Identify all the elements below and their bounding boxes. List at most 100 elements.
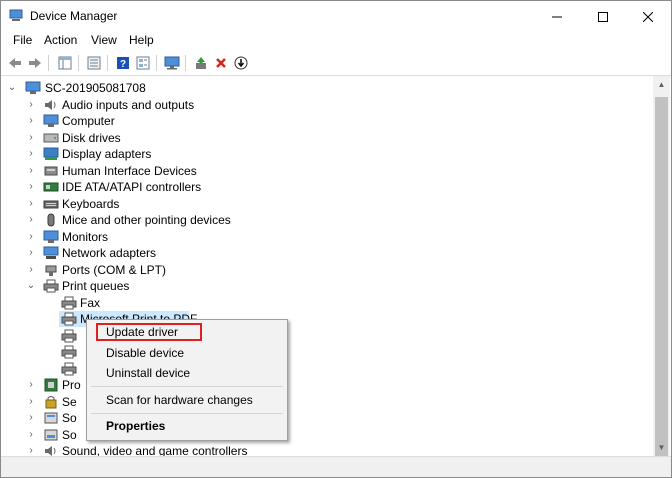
toolbar-separator — [78, 55, 79, 71]
tree-item[interactable]: › Sound, video and game controllers — [1, 443, 653, 456]
chevron-right-icon[interactable]: › — [26, 379, 36, 391]
chevron-down-icon[interactable]: ⌄ — [7, 82, 17, 94]
sound-icon — [45, 446, 56, 456]
tree-item-print-queues[interactable]: ⌄ Print queues — [1, 278, 653, 294]
properties-button[interactable] — [85, 54, 103, 72]
chevron-right-icon[interactable]: › — [26, 429, 36, 441]
category-label: Disk drives — [62, 131, 121, 145]
chevron-right-icon[interactable]: › — [26, 181, 36, 193]
category-label: Ports (COM & LPT) — [62, 263, 167, 277]
chevron-down-icon[interactable]: ⌄ — [26, 280, 36, 292]
update-driver-icon — [196, 57, 206, 69]
tree-root[interactable]: ⌄ SC-201905081708 — [1, 80, 653, 96]
close-button[interactable] — [625, 1, 671, 31]
root-label: SC-201905081708 — [45, 81, 146, 95]
show-hide-tree-icon — [58, 56, 72, 70]
tree-child-item[interactable]: Fax — [1, 295, 653, 311]
category-label: Network adapters — [62, 246, 157, 260]
scroll-down-button[interactable]: ▼ — [653, 439, 670, 456]
chevron-right-icon[interactable]: › — [26, 247, 36, 259]
category-label: Display adapters — [62, 147, 152, 161]
chevron-right-icon[interactable]: › — [26, 445, 36, 456]
chevron-right-icon[interactable]: › — [26, 264, 36, 276]
tree-item[interactable]: › Display adapters — [1, 146, 653, 162]
mouse-icon — [47, 213, 55, 227]
tree-item[interactable]: › Network adapters — [1, 245, 653, 261]
maximize-button[interactable] — [580, 1, 626, 31]
computer-root-icon — [25, 81, 41, 94]
security-icon — [45, 396, 57, 409]
printer-icon — [61, 296, 77, 310]
processor-icon — [44, 378, 58, 392]
scroll-thumb[interactable] — [655, 97, 668, 459]
category-label: Mice and other pointing devices — [62, 213, 231, 227]
scan-monitor-icon — [164, 56, 180, 70]
show-hide-tree-button[interactable] — [56, 54, 74, 72]
category-label: Se — [62, 395, 77, 409]
chevron-right-icon[interactable]: › — [26, 396, 36, 408]
toolbar: ? — [1, 51, 671, 76]
window-title: Device Manager — [30, 9, 118, 23]
uninstall-toolbar-button[interactable] — [212, 54, 230, 72]
update-driver-toolbar-button[interactable] — [192, 54, 210, 72]
menu-scan-hardware[interactable]: Scan for hardware changes — [106, 393, 253, 407]
category-label: IDE ATA/ATAPI controllers — [62, 180, 202, 194]
ide-controller-icon — [43, 182, 59, 192]
chevron-right-icon[interactable]: › — [26, 214, 36, 226]
network-adapter-icon — [43, 246, 59, 259]
menu-help[interactable]: Help — [129, 33, 154, 47]
help-button[interactable]: ? — [114, 54, 132, 72]
chevron-right-icon[interactable]: › — [26, 148, 36, 160]
tree-item[interactable]: › Human Interface Devices — [1, 163, 653, 179]
tree-item[interactable]: › Keyboards — [1, 196, 653, 212]
title-bar[interactable]: Device Manager — [1, 1, 671, 31]
maximize-icon — [598, 11, 608, 22]
forward-icon — [29, 58, 41, 68]
category-label: So — [62, 411, 77, 425]
chevron-right-icon[interactable]: › — [26, 412, 36, 424]
chevron-right-icon[interactable]: › — [26, 115, 36, 127]
tree-item[interactable]: › Monitors — [1, 229, 653, 245]
svg-text:?: ? — [120, 59, 126, 70]
scroll-up-button[interactable]: ▲ — [653, 76, 670, 93]
printer-icon — [61, 329, 77, 343]
category-label: Keyboards — [62, 197, 120, 211]
minimize-button[interactable] — [534, 1, 580, 31]
close-icon — [642, 11, 654, 22]
monitor-icon — [43, 230, 59, 243]
software-icon — [44, 412, 58, 424]
chevron-right-icon[interactable]: › — [26, 132, 36, 144]
view-button[interactable] — [134, 54, 152, 72]
forward-button[interactable] — [26, 54, 44, 72]
tree-item[interactable]: › Computer — [1, 113, 653, 129]
menu-disable-device[interactable]: Disable device — [106, 346, 184, 360]
menu-uninstall-device[interactable]: Uninstall device — [106, 366, 190, 380]
category-label: Audio inputs and outputs — [62, 98, 195, 112]
tree-item[interactable]: › Audio inputs and outputs — [1, 97, 653, 113]
help-icon: ? — [117, 57, 129, 70]
chevron-right-icon[interactable]: › — [26, 165, 36, 177]
toolbar-separator — [107, 55, 108, 71]
menu-file[interactable]: File — [13, 33, 32, 47]
tree-item[interactable]: › IDE ATA/ATAPI controllers — [1, 179, 653, 195]
printer-icon — [43, 279, 59, 293]
download-driver-button[interactable] — [232, 54, 250, 72]
computer-icon — [43, 114, 59, 127]
scan-monitor-button[interactable] — [163, 54, 181, 72]
chevron-right-icon[interactable]: › — [26, 198, 36, 210]
properties-icon — [87, 56, 101, 70]
vertical-scrollbar[interactable]: ▲ ▼ — [653, 76, 670, 459]
chevron-right-icon[interactable]: › — [26, 99, 36, 111]
menu-action[interactable]: Action — [44, 33, 77, 47]
back-button[interactable] — [6, 54, 24, 72]
chevron-right-icon[interactable]: › — [26, 231, 36, 243]
menu-view[interactable]: View — [91, 33, 117, 47]
menu-separator — [91, 413, 283, 414]
printer-icon — [61, 362, 77, 376]
tree-item[interactable]: › Disk drives — [1, 130, 653, 146]
tree-item[interactable]: › Ports (COM & LPT) — [1, 262, 653, 278]
port-icon — [45, 265, 57, 276]
view-icon — [136, 56, 150, 70]
menu-properties[interactable]: Properties — [106, 419, 165, 433]
tree-item[interactable]: › Mice and other pointing devices — [1, 212, 653, 228]
